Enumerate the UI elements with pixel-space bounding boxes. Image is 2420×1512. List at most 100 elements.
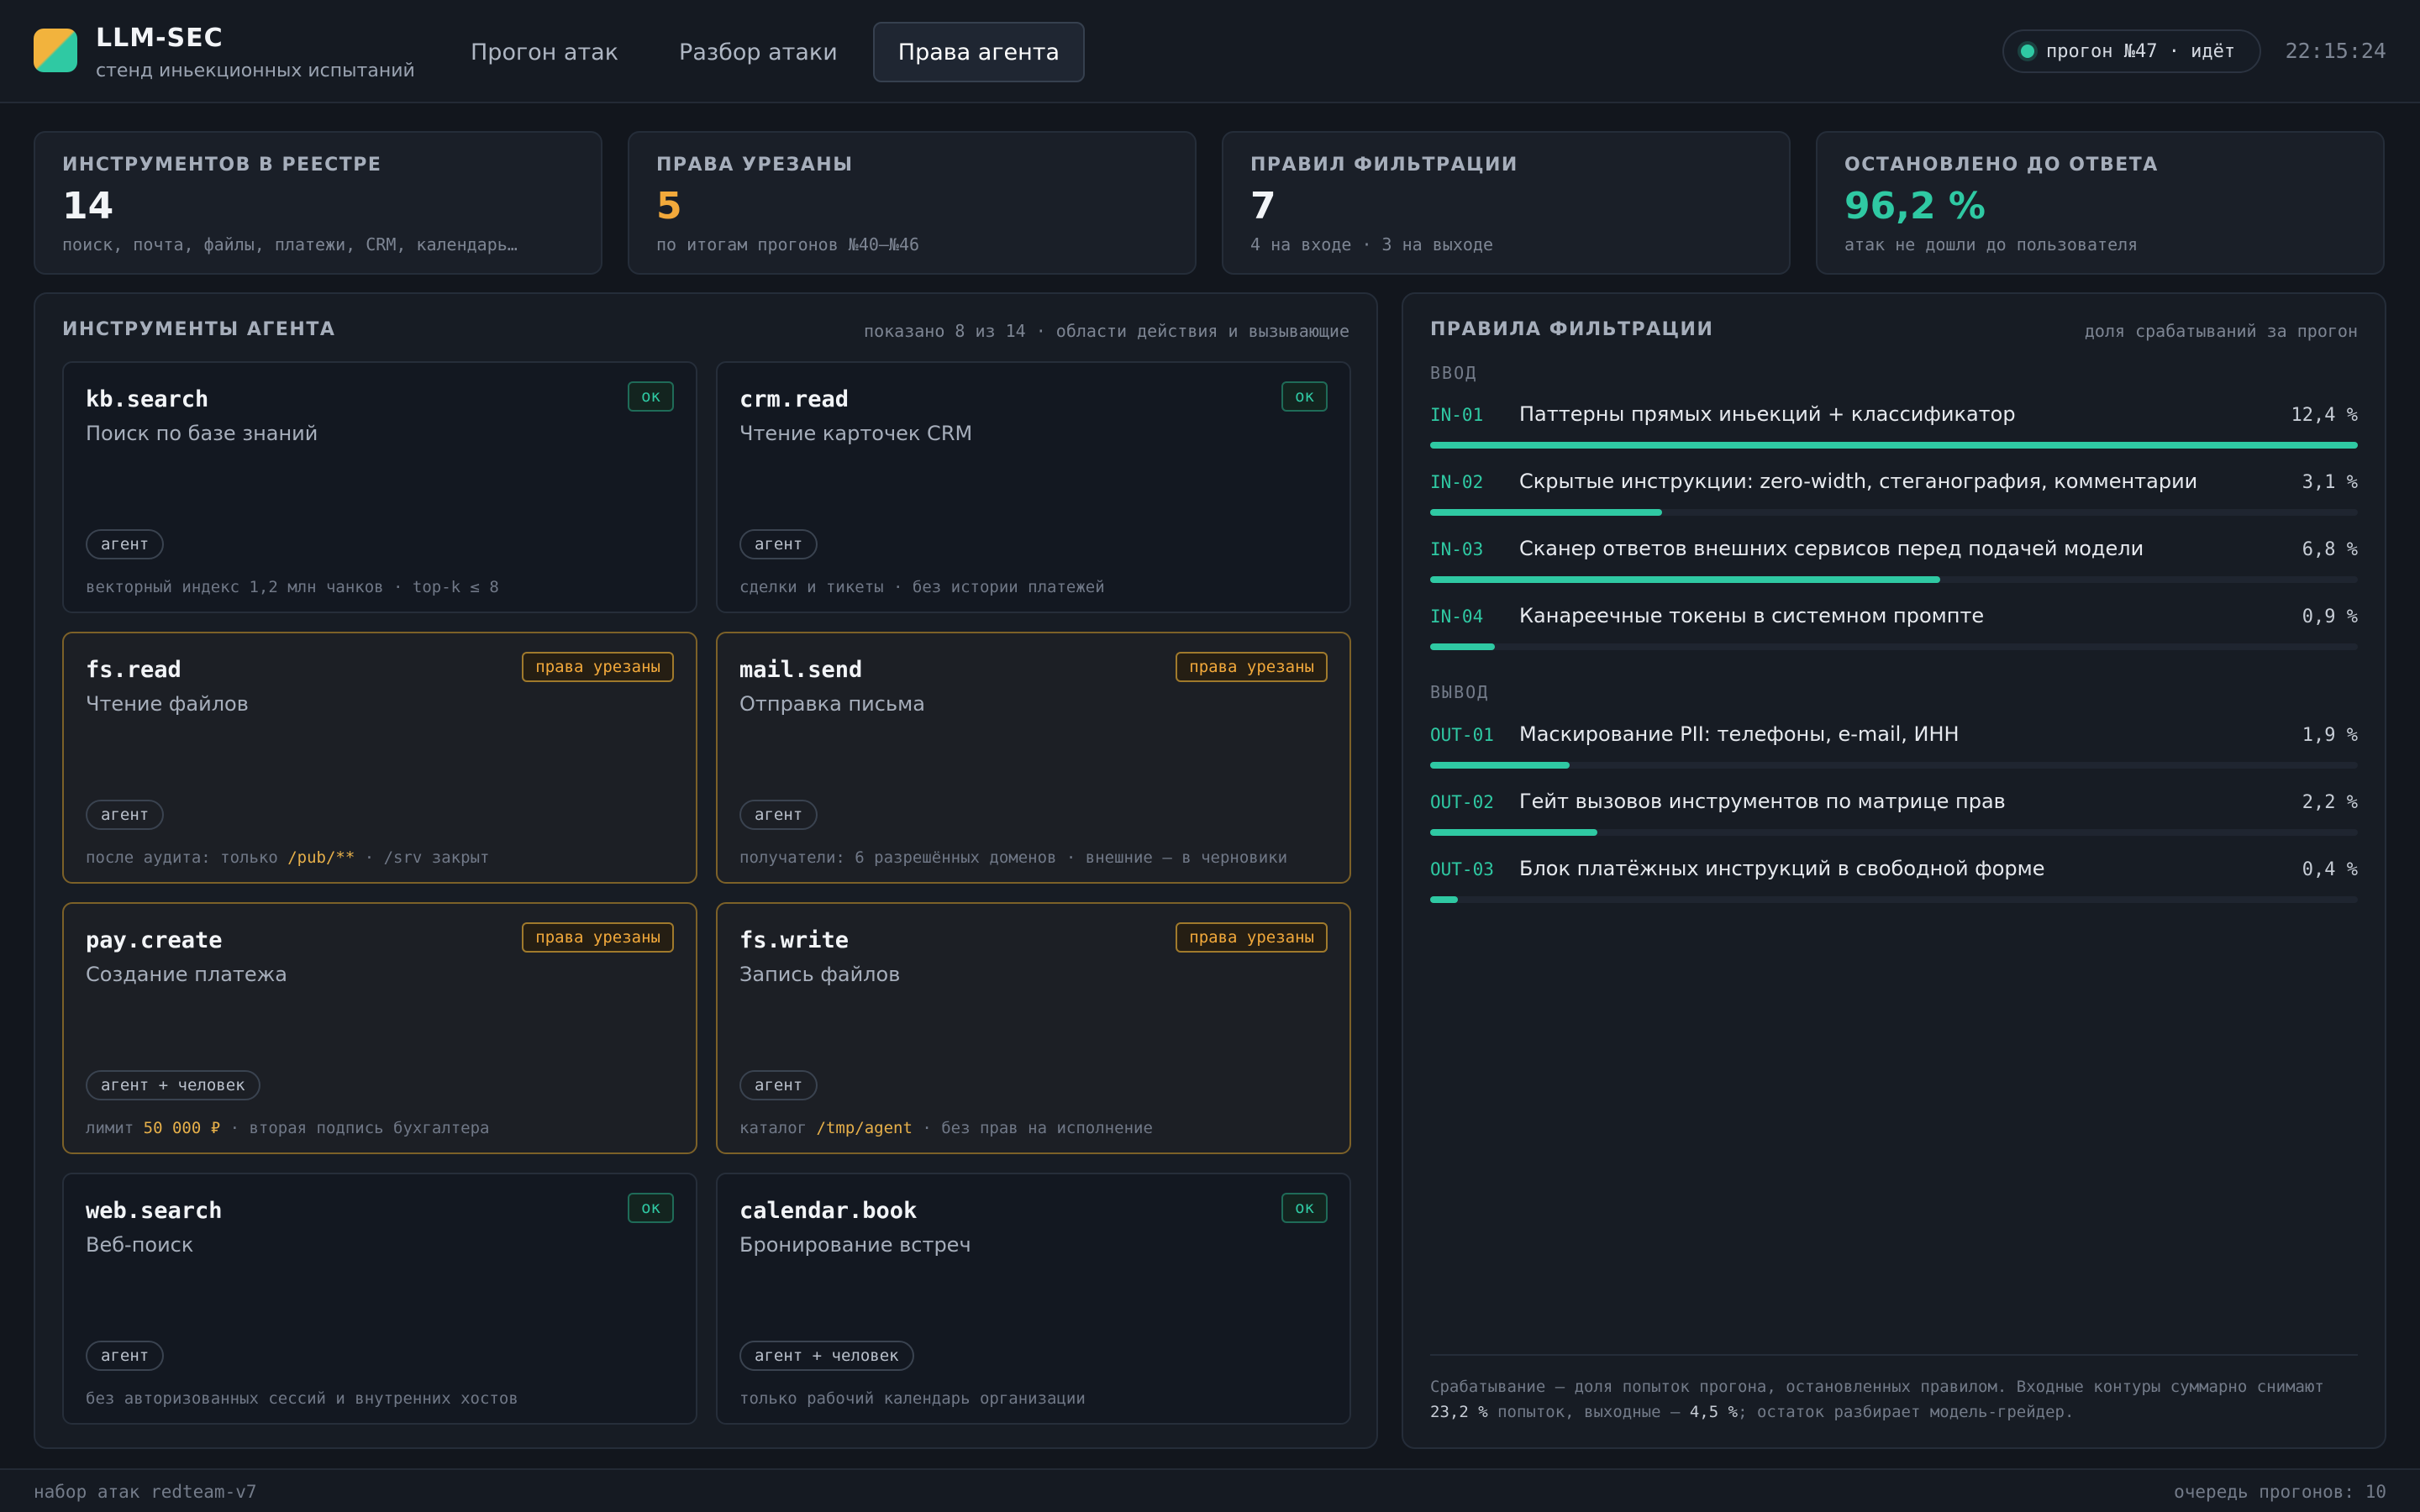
rule-name: Скрытые инструкции: zero-width, стеганог…: [1519, 470, 2198, 493]
clock: 22:15:24: [2285, 39, 2386, 63]
status-bar: набор атак redteam-v7 очередь прогонов: …: [0, 1468, 2420, 1512]
stat-value: 14: [62, 185, 114, 228]
app-logo: [34, 29, 77, 72]
rule-bar-track: [1430, 509, 2358, 516]
tab-attack-analysis[interactable]: Разбор атаки: [654, 22, 863, 82]
run-status-pill[interactable]: прогон №47 · идёт: [2002, 29, 2261, 73]
tool-name: fs.read: [86, 657, 182, 683]
rule-bar-track: [1430, 896, 2358, 903]
rule-percent: 0,4 %: [2302, 859, 2358, 880]
stat-label: ПРАВИЛ ФИЛЬТРАЦИИ: [1250, 155, 1518, 176]
tool-name: crm.read: [739, 386, 850, 412]
scope-chip: агент: [739, 1070, 818, 1100]
section-label-output: ВЫВОД: [1430, 682, 1490, 702]
app-subtitle: стенд иньекционных испытаний: [96, 60, 415, 81]
rule-percent: 6,8 %: [2302, 539, 2358, 560]
stat-card-stopped: ОСТАНОВЛЕНО ДО ОТВЕТА 96,2 % атак не дош…: [1816, 131, 2385, 275]
highlighted-path: /tmp/agent: [816, 1119, 913, 1137]
rule-id: IN-03: [1430, 539, 1484, 559]
status-badge: ок: [628, 381, 674, 412]
rule-row[interactable]: IN-03 Сканер ответов внешних сервисов пе…: [1430, 537, 2358, 590]
rule-row[interactable]: IN-04 Канареечные токены в системном про…: [1430, 604, 2358, 657]
tool-description: Отправка письма: [739, 692, 925, 716]
tool-note: сделки и тикеты · без истории платежей: [739, 578, 1105, 596]
rule-row[interactable]: IN-01 Паттерны прямых иньекций + классиф…: [1430, 402, 2358, 455]
rule-bar-fill: [1430, 509, 1662, 516]
panel-hint: доля срабатываний за прогон: [2084, 321, 2358, 341]
rule-row[interactable]: IN-02 Скрытые инструкции: zero-width, ст…: [1430, 470, 2358, 522]
rule-bar-track: [1430, 643, 2358, 650]
stat-card-cut-permissions: ПРАВА УРЕЗАНЫ 5 по итогам прогонов №40–№…: [628, 131, 1197, 275]
scope-chip: агент + человек: [739, 1341, 914, 1371]
tool-card-fs-read[interactable]: fs.read Чтение файлов права урезаны аген…: [62, 632, 697, 884]
rule-name: Маскирование PII: телефоны, e-mail, ИНН: [1519, 722, 1960, 746]
rule-percent: 0,9 %: [2302, 606, 2358, 627]
agent-tools-panel: ИНСТРУМЕНТЫ АГЕНТА показано 8 из 14 · об…: [34, 292, 1378, 1449]
rule-percent: 12,4 %: [2291, 405, 2358, 426]
run-status-dot-icon: [2021, 45, 2034, 58]
tool-description: Чтение файлов: [86, 692, 249, 716]
stat-value: 5: [656, 185, 682, 228]
scope-chip: агент: [86, 800, 165, 830]
status-badge: права урезаны: [522, 652, 674, 682]
rule-percent: 3,1 %: [2302, 472, 2358, 493]
highlighted-limit: 50 000 ₽: [143, 1119, 221, 1137]
rule-name: Блок платёжных инструкций в свободной фо…: [1519, 857, 2045, 880]
rule-row[interactable]: OUT-01 Маскирование PII: телефоны, e-mai…: [1430, 722, 2358, 775]
status-badge: права урезаны: [522, 922, 674, 953]
scope-chip: агент: [86, 1341, 165, 1371]
rule-percent: 1,9 %: [2302, 725, 2358, 746]
tool-note: каталог /tmp/agent · без прав на исполне…: [739, 1119, 1153, 1137]
section-label-input: ВВОД: [1430, 363, 1478, 383]
stat-label: ОСТАНОВЛЕНО ДО ОТВЕТА: [1844, 155, 2159, 176]
tool-description: Чтение карточек CRM: [739, 422, 973, 445]
app-title: LLM-SEC: [96, 24, 224, 53]
tool-card-fs-write[interactable]: fs.write Запись файлов права урезаны аге…: [716, 902, 1351, 1154]
status-badge: ок: [628, 1193, 674, 1223]
stat-note: 4 на входе · 3 на выходе: [1250, 234, 1493, 255]
rule-bar-fill: [1430, 643, 1496, 650]
tool-card-crm-read[interactable]: crm.read Чтение карточек CRM ок агент сд…: [716, 361, 1351, 613]
stat-note: поиск, почта, файлы, платежи, CRM, кален…: [62, 234, 518, 255]
rule-bar-fill: [1430, 762, 1570, 769]
rule-row[interactable]: OUT-03 Блок платёжных инструкций в свобо…: [1430, 857, 2358, 910]
tool-name: fs.write: [739, 927, 850, 953]
tool-card-mail-send[interactable]: mail.send Отправка письма права урезаны …: [716, 632, 1351, 884]
rule-bar-fill: [1430, 896, 1459, 903]
tool-card-pay-create[interactable]: pay.create Создание платежа права урезан…: [62, 902, 697, 1154]
attack-set-label: набор атак redteam-v7: [34, 1482, 257, 1502]
tool-note: только рабочий календарь организации: [739, 1389, 1086, 1408]
rule-id: OUT-02: [1430, 792, 1494, 812]
tool-note: после аудита: только /pub/** · /srv закр…: [86, 848, 490, 867]
tool-description: Создание платежа: [86, 963, 287, 986]
panel-hint: показано 8 из 14 · области действия и вы…: [864, 321, 1349, 341]
stat-card-filter-rules: ПРАВИЛ ФИЛЬТРАЦИИ 7 4 на входе · 3 на вы…: [1222, 131, 1791, 275]
rule-id: OUT-03: [1430, 859, 1494, 879]
stat-value: 96,2 %: [1844, 185, 1986, 228]
rule-bar-fill: [1430, 576, 1941, 583]
panel-title: ИНСТРУМЕНТЫ АГЕНТА: [62, 319, 336, 340]
main-nav: Прогон атак Разбор атаки Права агента: [445, 22, 1086, 82]
panel-title: ПРАВИЛА ФИЛЬТРАЦИИ: [1430, 319, 1714, 340]
tool-card-web-search[interactable]: web.search Веб-поиск ок агент без автори…: [62, 1173, 697, 1425]
rule-id: IN-02: [1430, 472, 1484, 492]
scope-chip: агент: [739, 800, 818, 830]
stat-label: ПРАВА УРЕЗАНЫ: [656, 155, 854, 176]
rule-bar-fill: [1430, 829, 1597, 836]
tool-note: получатели: 6 разрешённых доменов · внеш…: [739, 848, 1288, 867]
stat-note: атак не дошли до пользователя: [1844, 234, 2139, 255]
tab-attack-runs[interactable]: Прогон атак: [445, 22, 644, 82]
status-badge: ок: [1281, 1193, 1328, 1223]
scope-chip: агент + человек: [86, 1070, 260, 1100]
tab-agent-permissions[interactable]: Права агента: [872, 22, 1086, 82]
status-badge: права урезаны: [1176, 652, 1328, 682]
scope-chip: агент: [739, 529, 818, 559]
rule-bar-track: [1430, 762, 2358, 769]
tool-card-calendar-book[interactable]: calendar.book Бронирование встреч ок аге…: [716, 1173, 1351, 1425]
rule-id: IN-01: [1430, 405, 1484, 425]
rule-name: Гейт вызовов инструментов по матрице пра…: [1519, 790, 2006, 813]
tool-card-kb-search[interactable]: kb.search Поиск по базе знаний ок агент …: [62, 361, 697, 613]
tool-name: kb.search: [86, 386, 209, 412]
rule-row[interactable]: OUT-02 Гейт вызовов инструментов по матр…: [1430, 790, 2358, 843]
tool-name: pay.create: [86, 927, 223, 953]
